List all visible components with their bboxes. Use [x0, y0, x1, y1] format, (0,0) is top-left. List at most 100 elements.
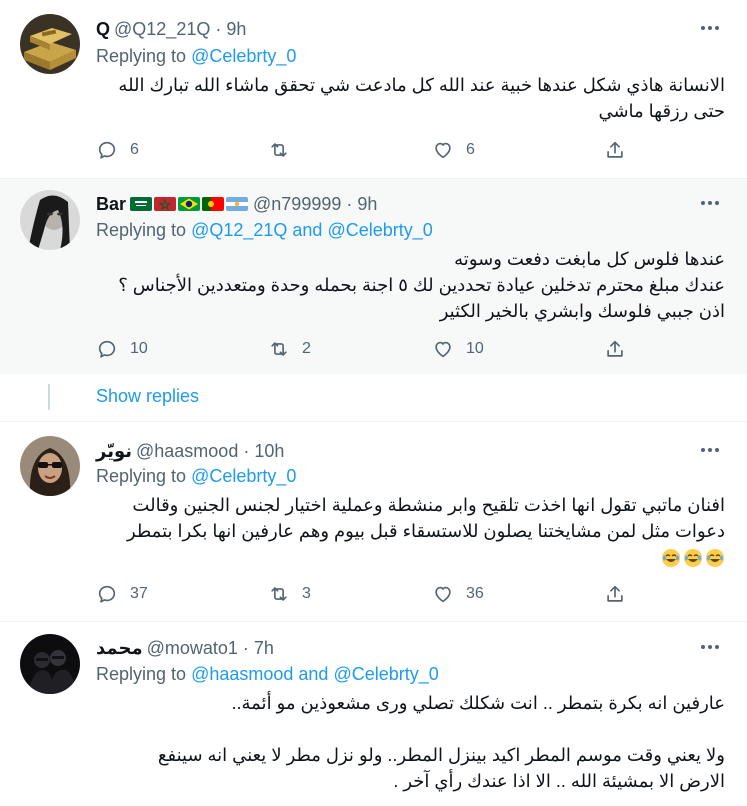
share-icon	[607, 585, 623, 602]
more-options-button[interactable]	[695, 440, 725, 460]
retweet-count: 2	[302, 340, 311, 357]
tweet-3[interactable]: نويّر @haasmood · 10h Replying to @Celeb…	[0, 422, 747, 621]
tweet-text-line	[85, 716, 725, 742]
reply-icon	[98, 585, 116, 603]
reply-count: 6	[130, 141, 139, 158]
thread-line	[48, 384, 50, 410]
tweet-text-line: الانسانة هاذي شكل عندها خبية عند الله كل…	[118, 75, 725, 95]
separator-dot: ·	[346, 193, 353, 214]
laughing-crying-emoji-icon	[706, 549, 724, 568]
reply-button[interactable]: 10	[96, 336, 148, 362]
reply-button[interactable]: 37	[96, 581, 148, 607]
like-button[interactable]: 6	[432, 137, 475, 163]
retweet-count: 3	[302, 585, 311, 602]
laughing-crying-emoji-icon	[662, 549, 680, 568]
replying-to: Replying to @Q12_21Q and @Celebrty_0	[96, 220, 433, 241]
display-name[interactable]: محمد	[96, 638, 143, 659]
tweet-actions: 10 2 10	[96, 336, 656, 362]
display-name[interactable]: Q	[96, 19, 110, 40]
tweet-text-line: عارفين انه بكرة بتمطر .. انت شكلك تصلي و…	[231, 693, 726, 713]
reply-count: 37	[130, 585, 148, 602]
tweet-text-line: حتى رزقها ماشي	[598, 101, 725, 121]
replying-mention-link[interactable]: @Celebrty_0	[191, 466, 296, 486]
separator-dot: ·	[242, 637, 249, 658]
retweet-button[interactable]	[268, 137, 302, 163]
dot-icon	[715, 201, 719, 205]
replying-to: Replying to @haasmood and @Celebrty_0	[96, 664, 439, 685]
tweet-actions: 37 3 36	[96, 581, 656, 607]
retweet-button[interactable]: 2	[268, 336, 311, 362]
replying-prefix: Replying to	[96, 46, 187, 66]
flag-emojis	[130, 197, 249, 211]
reply-icon	[98, 340, 116, 358]
share-button[interactable]	[604, 336, 626, 362]
dot-icon	[708, 448, 712, 452]
tweet-text-line: افنان ماتبي تقول انها اخذت تلقيح وابر من…	[132, 495, 725, 515]
laughing-crying-emoji-icon	[684, 549, 702, 568]
avatar[interactable]	[20, 190, 80, 250]
replying-mention-link[interactable]: @Celebrty_0	[191, 46, 296, 66]
tweet-text: عندها فلوس كل مابغت دفعت وسوته عندك مبلغ…	[85, 246, 725, 324]
gold-bars-avatar-image	[20, 14, 80, 74]
more-options-button[interactable]	[695, 193, 725, 213]
retweet-button[interactable]: 3	[268, 581, 311, 607]
retweet-icon	[271, 342, 287, 356]
share-button[interactable]	[604, 581, 626, 607]
tweet-text-line: الارض الا بمشيئة الله .. الا اذا عندك رأ…	[393, 771, 725, 791]
more-options-button[interactable]	[695, 18, 725, 38]
timestamp[interactable]: 9h	[226, 19, 246, 40]
heart-icon	[435, 341, 451, 358]
tweet-2[interactable]: Bar @n799999 · 9h Replying to @Q12_21Q a…	[0, 179, 747, 374]
tweet-text-line: ولا يعني وقت موسم المطر اكيد بينزل المطر…	[157, 745, 725, 765]
portugal-flag-icon	[202, 197, 225, 211]
avatar[interactable]	[20, 634, 80, 694]
woman-sunglasses-avatar-image	[20, 436, 80, 496]
emoji-line	[85, 544, 725, 570]
more-options-button[interactable]	[695, 637, 725, 657]
like-button[interactable]: 36	[432, 581, 484, 607]
user-handle[interactable]: @mowato1	[147, 638, 238, 659]
like-button[interactable]: 10	[432, 336, 484, 362]
dot-icon	[715, 645, 719, 649]
brazil-flag-icon	[178, 197, 201, 211]
share-icon	[607, 340, 623, 357]
dot-icon	[701, 448, 705, 452]
dot-icon	[701, 645, 705, 649]
retweet-icon	[271, 143, 287, 157]
share-button[interactable]	[604, 137, 626, 163]
tweet-text: عارفين انه بكرة بتمطر .. انت شكلك تصلي و…	[85, 690, 725, 794]
display-name[interactable]: Bar	[96, 194, 126, 215]
tweet-1[interactable]: Q @Q12_21Q · 9h Replying to @Celebrty_0 …	[0, 0, 747, 178]
reply-count: 10	[130, 340, 148, 357]
timestamp[interactable]: 9h	[357, 194, 377, 215]
replying-mention-link[interactable]: @haasmood and @Celebrty_0	[191, 664, 439, 684]
tweet-text-line: عندك مبلغ محترم تدخلين عيادة تحددين لك ٥…	[118, 275, 725, 295]
avatar[interactable]	[20, 436, 80, 496]
dark-group-photo-avatar-image	[20, 634, 80, 694]
avatar[interactable]	[20, 14, 80, 74]
timestamp[interactable]: 7h	[254, 638, 274, 659]
dot-icon	[708, 26, 712, 30]
retweet-icon	[271, 587, 287, 601]
replying-prefix: Replying to	[96, 220, 187, 240]
user-handle[interactable]: @n799999	[253, 194, 341, 215]
like-count: 36	[466, 585, 484, 602]
user-handle[interactable]: @haasmood	[136, 441, 238, 462]
timestamp[interactable]: 10h	[254, 441, 284, 462]
show-replies-link[interactable]: Show replies	[96, 386, 199, 407]
replying-to: Replying to @Celebrty_0	[96, 466, 296, 487]
dot-icon	[701, 201, 705, 205]
like-count: 6	[466, 141, 475, 158]
tweet-text: الانسانة هاذي شكل عندها خبية عند الله كل…	[85, 72, 725, 124]
reply-button[interactable]: 6	[96, 137, 139, 163]
tweet-text: افنان ماتبي تقول انها اخذت تلقيح وابر من…	[85, 492, 725, 570]
replying-mention-link[interactable]: @Q12_21Q and @Celebrty_0	[191, 220, 433, 240]
heart-icon	[435, 586, 451, 603]
argentina-flag-icon	[226, 197, 249, 211]
user-handle[interactable]: @Q12_21Q	[114, 19, 210, 40]
display-name[interactable]: نويّر	[96, 441, 132, 462]
separator-dot: ·	[215, 18, 222, 39]
heart-icon	[435, 142, 451, 159]
share-icon	[607, 141, 623, 158]
tweet-4[interactable]: محمد @mowato1 · 7h Replying to @haasmood…	[0, 622, 747, 806]
